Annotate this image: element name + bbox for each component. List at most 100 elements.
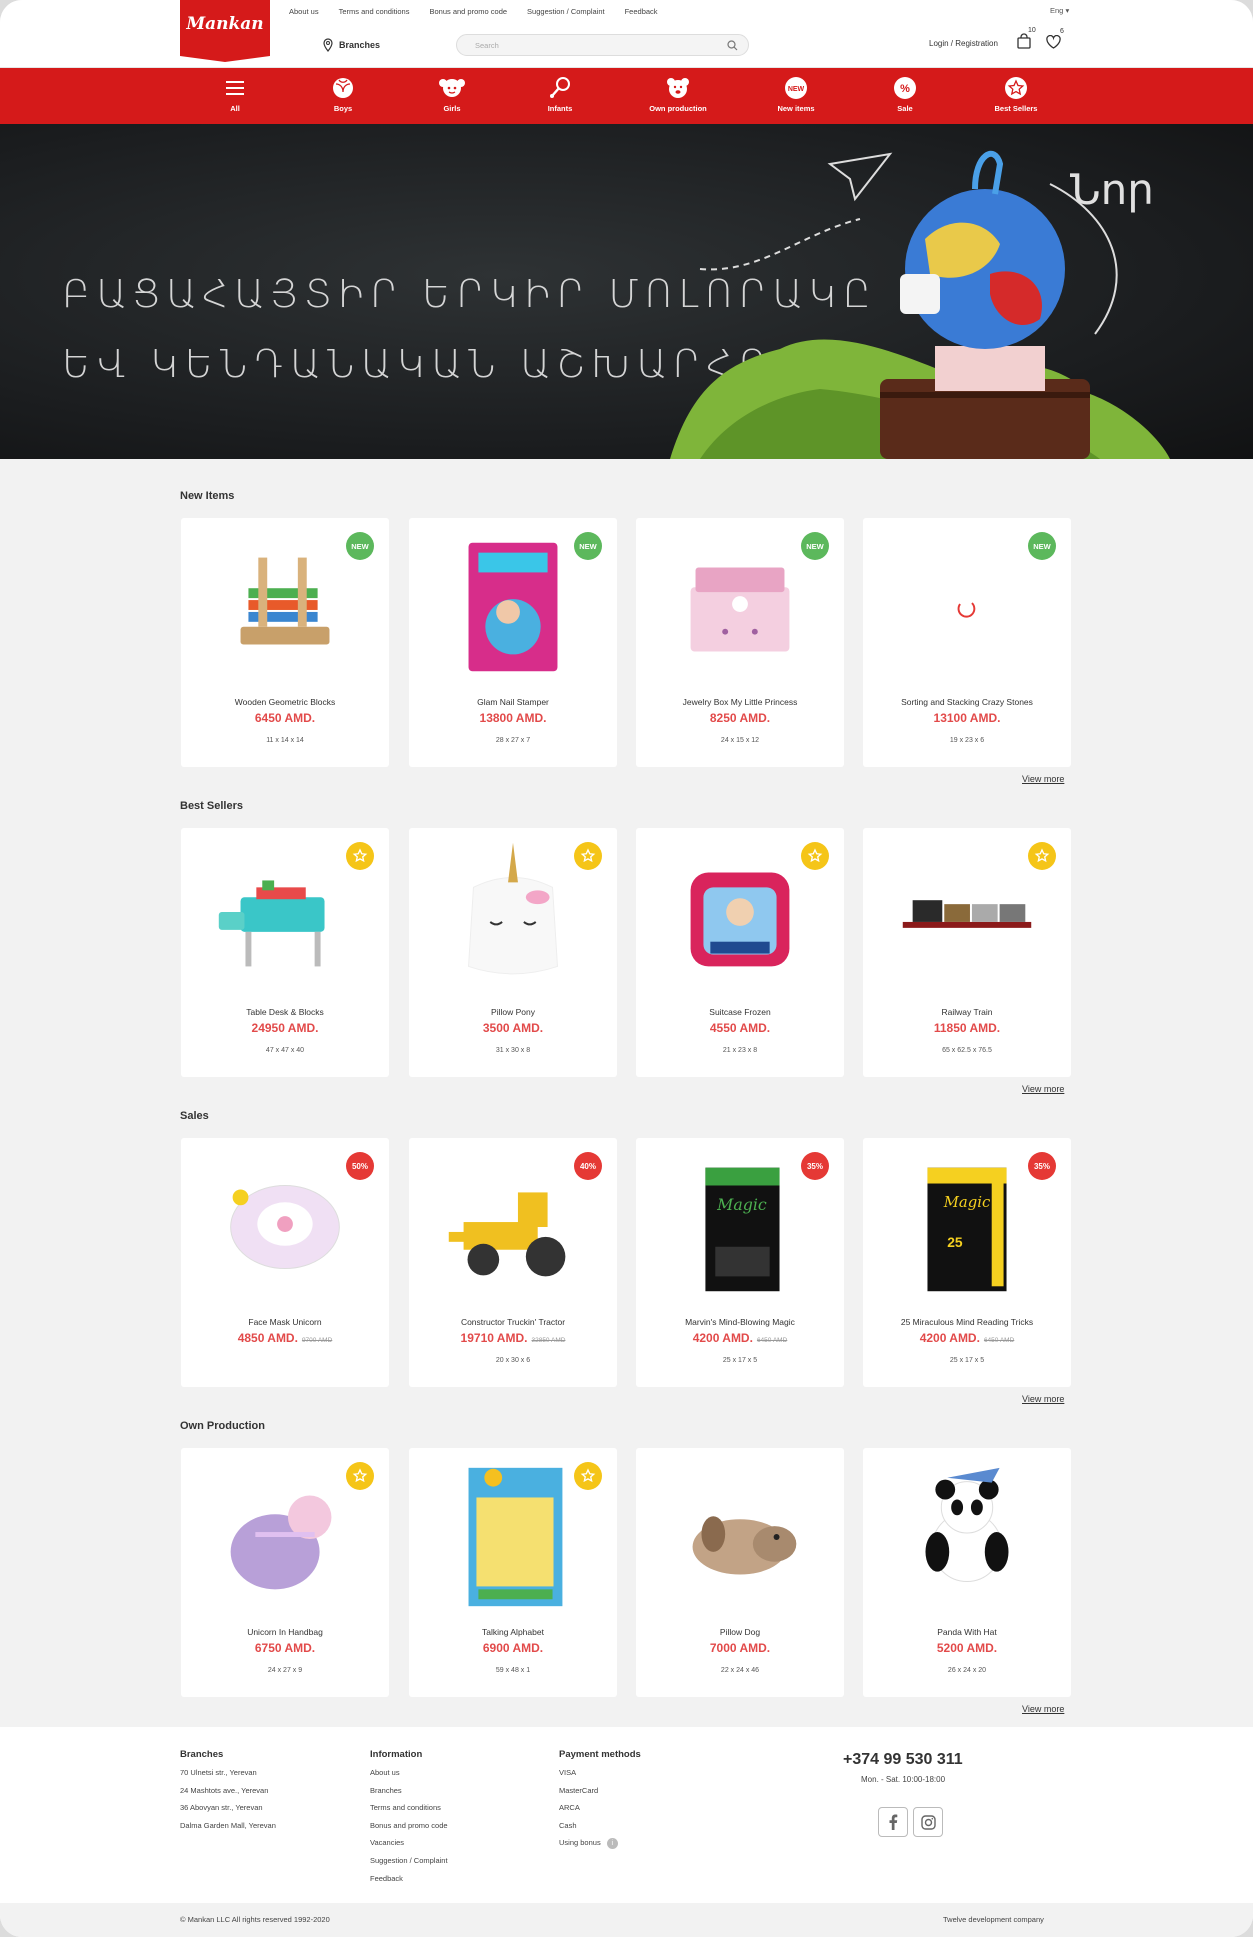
footer-link[interactable]: Suggestion / Complaint — [370, 1856, 448, 1874]
product-card[interactable]: Railway Train 11850 AMD. 65 x 62.5 x 76.5 — [863, 828, 1071, 1077]
developer-credit[interactable]: Twelve development company — [943, 1915, 1044, 1924]
footer-branch[interactable]: 70 Ulnetsi str., Yerevan — [180, 1768, 276, 1786]
footer-link[interactable]: Vacancies — [370, 1838, 448, 1856]
product-image[interactable]: Magic — [656, 1152, 824, 1302]
product-card[interactable]: 50% Face Mask Unicorn 4850 AMD. 9700 AMD — [181, 1138, 389, 1387]
search-placeholder: Search — [475, 41, 499, 50]
product-image[interactable] — [656, 532, 824, 682]
top-link-terms[interactable]: Terms and conditions — [339, 7, 410, 16]
product-image[interactable] — [201, 1152, 369, 1302]
product-name[interactable]: Pillow Dog — [636, 1627, 844, 1637]
product-name[interactable]: Wooden Geometric Blocks — [181, 697, 389, 707]
product-name[interactable]: Marvin's Mind-Blowing Magic — [636, 1317, 844, 1327]
top-link-about[interactable]: About us — [289, 7, 319, 16]
product-image[interactable] — [201, 532, 369, 682]
product-card[interactable]: Pillow Dog 7000 AMD. 22 x 24 x 46 — [636, 1448, 844, 1697]
product-name[interactable]: Face Mask Unicorn — [181, 1317, 389, 1327]
hero-banner[interactable]: ԲԱՑԱՀԱՅՏԻՐ ԵՐԿԻՐ ՄՈԼՈՐԱԿԸ ԵՎ ԿԵՆԴԱՆԱԿԱՆ … — [0, 124, 1253, 459]
footer-link[interactable]: About us — [370, 1768, 448, 1786]
favorites-count: 6 — [1060, 28, 1064, 35]
nav-item-sale[interactable]: % Sale — [865, 76, 945, 113]
nav-item-new-items[interactable]: NEW New items — [756, 76, 836, 113]
view-more-link[interactable]: View more — [1022, 1394, 1064, 1404]
info-icon[interactable]: i — [606, 1838, 618, 1850]
nav-item-own-production[interactable]: Own production — [638, 76, 718, 113]
product-name[interactable]: 25 Miraculous Mind Reading Tricks — [863, 1317, 1071, 1327]
product-name[interactable]: Panda With Hat — [863, 1627, 1071, 1637]
product-card[interactable]: NEW Wooden Geometric Blocks 6450 AMD. 11 x … — [181, 518, 389, 767]
product-name[interactable]: Talking Alphabet — [409, 1627, 617, 1637]
product-card[interactable]: Magic 35% Marvin's Mind-Blowing Magic 4200 … — [636, 1138, 844, 1387]
product-name[interactable]: Table Desk & Blocks — [181, 1007, 389, 1017]
product-price: 6450 AMD. — [181, 711, 389, 725]
logo[interactable]: Mankan — [180, 0, 270, 62]
product-image[interactable] — [201, 842, 369, 992]
product-name[interactable]: Jewelry Box My Little Princess — [636, 697, 844, 707]
product-image[interactable] — [429, 532, 597, 682]
star-icon — [352, 1468, 368, 1483]
product-name[interactable]: Sorting and Stacking Crazy Stones — [863, 697, 1071, 707]
cart-button[interactable]: 10 — [1016, 27, 1036, 51]
product-image[interactable] — [429, 1462, 597, 1612]
search-input[interactable]: Search — [456, 34, 749, 56]
footer-branch[interactable]: Dalma Garden Mall, Yerevan — [180, 1821, 276, 1839]
nav-item-infants[interactable]: Infants — [520, 76, 600, 113]
language-selector[interactable]: Eng ▾ — [1050, 6, 1069, 15]
product-card[interactable]: Talking Alphabet 6900 AMD. 59 x 48 x 1 — [409, 1448, 617, 1697]
phone-number[interactable]: +374 99 530 311 — [843, 1751, 963, 1769]
view-more-link[interactable]: View more — [1022, 774, 1064, 784]
location-pin-icon — [323, 38, 333, 52]
favorites-button[interactable]: 6 — [1046, 28, 1064, 51]
top-link-bonus[interactable]: Bonus and promo code — [429, 7, 507, 16]
nav-item-boys[interactable]: Boys — [303, 76, 383, 113]
product-card[interactable]: Pillow Pony 3500 AMD. 31 x 30 x 8 — [409, 828, 617, 1077]
product-card[interactable]: Unicorn In Handbag 6750 AMD. 24 x 27 x 9 — [181, 1448, 389, 1697]
footer-branch[interactable]: 24 Mashtots ave., Yerevan — [180, 1786, 276, 1804]
view-more-link[interactable]: View more — [1022, 1704, 1064, 1714]
instagram-icon[interactable] — [913, 1807, 943, 1837]
product-card[interactable]: Suitcase Frozen 4550 AMD. 21 x 23 x 8 — [636, 828, 844, 1077]
product-card[interactable]: Table Desk & Blocks 24950 AMD. 47 x 47 x 4… — [181, 828, 389, 1077]
product-name[interactable]: Unicorn In Handbag — [181, 1627, 389, 1637]
product-card[interactable]: Panda With Hat 5200 AMD. 26 x 24 x 20 — [863, 1448, 1071, 1697]
footer-link[interactable]: Terms and conditions — [370, 1803, 448, 1821]
footer-branch[interactable]: 36 Abovyan str., Yerevan — [180, 1803, 276, 1821]
product-name[interactable]: Constructor Truckin' Tractor — [409, 1317, 617, 1327]
nav-item-best-sellers[interactable]: Best Sellers — [976, 76, 1056, 113]
branches-link[interactable]: Branches — [322, 38, 380, 52]
footer-link[interactable]: Branches — [370, 1786, 448, 1804]
top-link-feedback[interactable]: Feedback — [625, 7, 658, 16]
footer-link[interactable]: Feedback — [370, 1874, 448, 1892]
product-name[interactable]: Pillow Pony — [409, 1007, 617, 1017]
product-image[interactable] — [883, 842, 1051, 992]
product-card[interactable]: NEW Jewelry Box My Little Princess 8250 AM… — [636, 518, 844, 767]
facebook-icon[interactable] — [878, 1807, 908, 1837]
product-image[interactable]: Magic 25 — [883, 1152, 1051, 1302]
product-card[interactable]: Magic 25 35% 25 Miraculous Mind Reading Tri… — [863, 1138, 1071, 1387]
product-image[interactable] — [883, 1462, 1051, 1612]
product-name[interactable]: Railway Train — [863, 1007, 1071, 1017]
bestseller-badge — [1028, 842, 1056, 870]
product-card[interactable]: NEW Sorting and Stacking Crazy Stones 1310… — [863, 518, 1071, 767]
product-image[interactable] — [201, 1462, 369, 1612]
payment-method: Using bonus — [559, 1838, 601, 1848]
top-link-suggestion[interactable]: Suggestion / Complaint — [527, 7, 605, 16]
nav-item-all[interactable]: All — [195, 76, 275, 113]
product-image[interactable] — [883, 532, 1051, 682]
view-more-link[interactable]: View more — [1022, 1084, 1064, 1094]
product-image[interactable] — [429, 1152, 597, 1302]
product-image[interactable] — [656, 1462, 824, 1612]
login-link[interactable]: Login / Registration — [929, 39, 998, 48]
footer-link[interactable]: Bonus and promo code — [370, 1821, 448, 1839]
product-image[interactable] — [429, 842, 597, 992]
nav-item-girls[interactable]: Girls — [412, 76, 492, 113]
section-title: Own Production — [180, 1420, 265, 1432]
branches-label: Branches — [339, 40, 381, 50]
search-icon[interactable] — [727, 40, 738, 51]
product-card[interactable]: NEW Glam Nail Stamper 13800 AMD. 28 x 27 x … — [409, 518, 617, 767]
product-name[interactable]: Glam Nail Stamper — [409, 697, 617, 707]
product-image[interactable] — [656, 842, 824, 992]
product-card[interactable]: 40% Constructor Truckin' Tractor 19710 AMD… — [409, 1138, 617, 1387]
product-name[interactable]: Suitcase Frozen — [636, 1007, 844, 1017]
star-icon — [1034, 848, 1050, 863]
